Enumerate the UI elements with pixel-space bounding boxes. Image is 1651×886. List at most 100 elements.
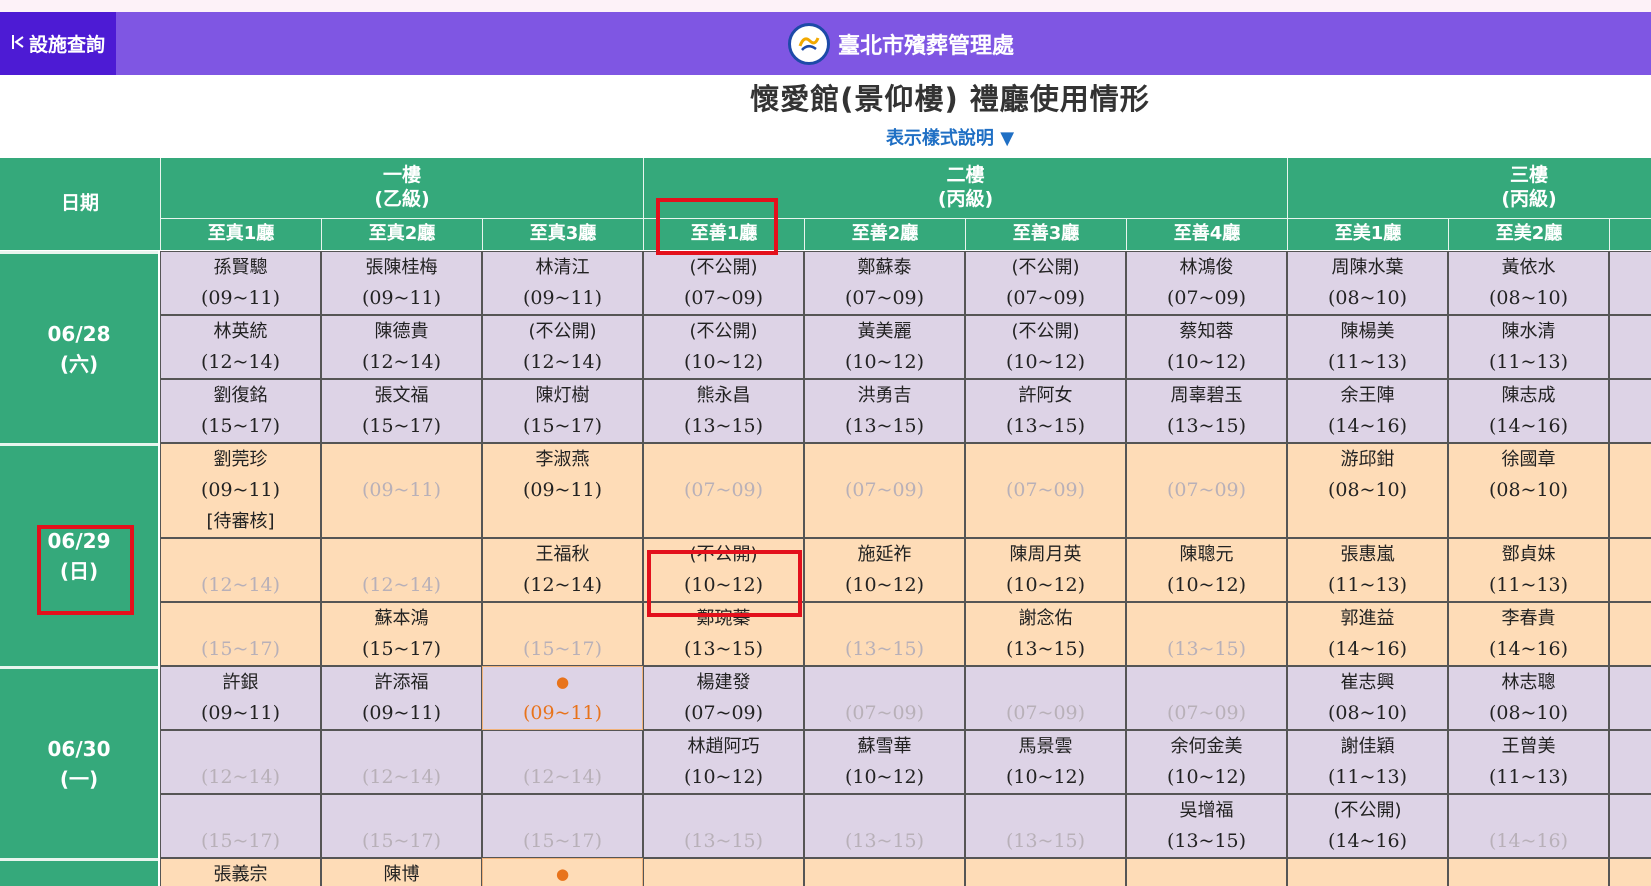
time-slot[interactable]: 劉莞珍 (09~11) [待審核] [160,443,321,538]
time-slot[interactable]: 王(08 [1609,443,1651,538]
time-slot[interactable]: (09~11) [321,443,482,538]
time-slot[interactable]: 張義宗 [160,858,321,886]
time-slot[interactable]: (07~09) [1126,666,1287,730]
time-slot[interactable]: 李春貴 (14~16) [1448,602,1609,666]
time-slot[interactable]: (07~09) [965,443,1126,538]
hall-header-2[interactable]: 至真2廳 [321,218,482,250]
time-slot[interactable]: 余何金美 (10~12) [1126,730,1287,794]
time-slot[interactable]: (15~17) [482,602,643,666]
time-slot[interactable]: (15~17) [321,794,482,858]
time-slot[interactable]: 王曾美 (11~13) [1448,730,1609,794]
time-slot[interactable]: 吳增福 (13~15) [1126,794,1287,858]
time-slot[interactable]: 鄭琬蓁 (13~15) [643,602,804,666]
time-slot[interactable]: 張文福 (15~17) [321,379,482,443]
time-slot[interactable]: 黃依水 (08~10) [1448,251,1609,315]
time-slot[interactable]: (07~09) [965,666,1126,730]
time-slot[interactable]: 張惠嵐 (11~13) [1287,538,1448,602]
time-slot[interactable]: (不公開) (07~09) [643,251,804,315]
time-slot[interactable]: (12~14) [160,730,321,794]
time-slot[interactable] [1287,858,1448,886]
time-slot[interactable]: 游邱鉗 (08~10) [1287,443,1448,538]
time-slot[interactable]: (13~15) [804,794,965,858]
time-slot[interactable]: 孟(08 [1609,666,1651,730]
time-slot[interactable]: (15~17) [482,794,643,858]
time-slot[interactable]: 林志聰 (08~10) [1448,666,1609,730]
time-slot[interactable] [965,858,1126,886]
time-slot[interactable]: 劉復銘 (15~17) [160,379,321,443]
hall-header-1[interactable]: 至真1廳 [160,218,321,250]
legend-toggle-link[interactable]: 表示樣式說明 ▼ [0,124,1651,150]
time-slot[interactable]: (15~17) [160,602,321,666]
time-slot[interactable]: 張陳桂梅 (09~11) [321,251,482,315]
hall-header-9[interactable]: 至美2廳 [1448,218,1609,250]
time-slot[interactable] [1609,858,1651,886]
time-slot[interactable]: (07~09) [1126,443,1287,538]
time-slot[interactable]: 林清江 (09~11) [482,251,643,315]
hall-header-7[interactable]: 至善4廳 [1126,218,1287,250]
time-slot[interactable]: (不(1 [1609,379,1651,443]
time-slot[interactable]: 蘇本鴻 (15~17) [321,602,482,666]
time-slot[interactable]: (13~15) [965,794,1126,858]
time-slot[interactable]: 陳志成 (14~16) [1448,379,1609,443]
time-slot[interactable]: 郭進益 (14~16) [1287,602,1448,666]
time-slot[interactable]: 陳灯樹 (15~17) [482,379,643,443]
time-slot[interactable]: 陳聰元 (10~12) [1126,538,1287,602]
time-slot[interactable]: 蔡知蓉 (10~12) [1126,315,1287,379]
time-slot[interactable]: (不公開) (10~12) [643,538,804,602]
time-slot[interactable]: 林鴻俊 (07~09) [1126,251,1287,315]
time-slot[interactable]: (12~14) [321,730,482,794]
time-slot[interactable]: (07~09) [804,443,965,538]
time-slot[interactable]: (13~15) [804,602,965,666]
time-slot[interactable]: 林(08 [1609,251,1651,315]
time-slot[interactable]: 許銀 (09~11) [160,666,321,730]
time-slot[interactable]: 李淑燕 (09~11) [482,443,643,538]
time-slot[interactable]: (07~09) [804,666,965,730]
time-slot[interactable]: (12~14) [482,730,643,794]
time-slot[interactable]: (13~15) [643,794,804,858]
time-slot[interactable]: 馬景雲 (10~12) [965,730,1126,794]
time-slot[interactable]: 許阿女 (13~15) [965,379,1126,443]
time-slot[interactable]: 陳周月英 (10~12) [965,538,1126,602]
time-slot[interactable] [1126,858,1287,886]
time-slot[interactable]: 洪勇吉 (13~15) [804,379,965,443]
time-slot[interactable]: 陳楊美 (11~13) [1287,315,1448,379]
time-slot[interactable]: 余王陣 (14~16) [1287,379,1448,443]
facility-search-back-button[interactable]: 設施查詢 [0,12,116,75]
time-slot[interactable]: 周辜碧玉 (13~15) [1126,379,1287,443]
time-slot[interactable]: 許添福 (09~11) [321,666,482,730]
time-slot[interactable]: 楊建發 (07~09) [643,666,804,730]
time-slot[interactable]: (不公開) (07~09) [965,251,1126,315]
time-slot[interactable]: ● (09~11) [482,666,643,730]
time-slot[interactable]: 林英統 (12~14) [160,315,321,379]
time-slot[interactable]: 鄧貞妹 (11~13) [1448,538,1609,602]
time-slot[interactable] [643,858,804,886]
time-slot[interactable]: 鄭蘇泰 (07~09) [804,251,965,315]
time-slot[interactable]: 林趙阿巧 (10~12) [643,730,804,794]
time-slot[interactable]: 蘇雪華 (10~12) [804,730,965,794]
time-slot[interactable]: 謝佳穎 (11~13) [1287,730,1448,794]
time-slot[interactable]: (07~09) [643,443,804,538]
time-slot[interactable]: ● [482,858,643,886]
time-slot[interactable]: 饒(1 [1609,315,1651,379]
time-slot[interactable]: 王福秋 (12~14) [482,538,643,602]
time-slot[interactable]: (13~15) [1126,602,1287,666]
time-slot[interactable]: 徐國章 (08~10) [1448,443,1609,538]
time-slot[interactable]: (14~16) [1448,794,1609,858]
time-slot[interactable]: 陳德貴 (12~14) [321,315,482,379]
time-slot[interactable]: 陳水清 (11~13) [1448,315,1609,379]
time-slot[interactable]: 沈(1 [1609,602,1651,666]
hall-header-4[interactable]: 至善1廳 [643,218,804,250]
time-slot[interactable]: 熊永昌 (13~15) [643,379,804,443]
time-slot[interactable]: 陳博 [321,858,482,886]
hall-header-5[interactable]: 至善2廳 [804,218,965,250]
hall-header-6[interactable]: 至善3廳 [965,218,1126,250]
time-slot[interactable]: 黃美麗 (10~12) [804,315,965,379]
time-slot[interactable] [1448,858,1609,886]
time-slot[interactable]: 謝念佑 (13~15) [965,602,1126,666]
time-slot[interactable]: 周陳水葉 (08~10) [1287,251,1448,315]
time-slot[interactable]: (不公開) (10~12) [965,315,1126,379]
time-slot[interactable]: (不(1 [1609,538,1651,602]
hall-header-8[interactable]: 至美1廳 [1287,218,1448,250]
time-slot[interactable]: (不公開) (14~16) [1287,794,1448,858]
time-slot[interactable]: 孫賢驄 (09~11) [160,251,321,315]
